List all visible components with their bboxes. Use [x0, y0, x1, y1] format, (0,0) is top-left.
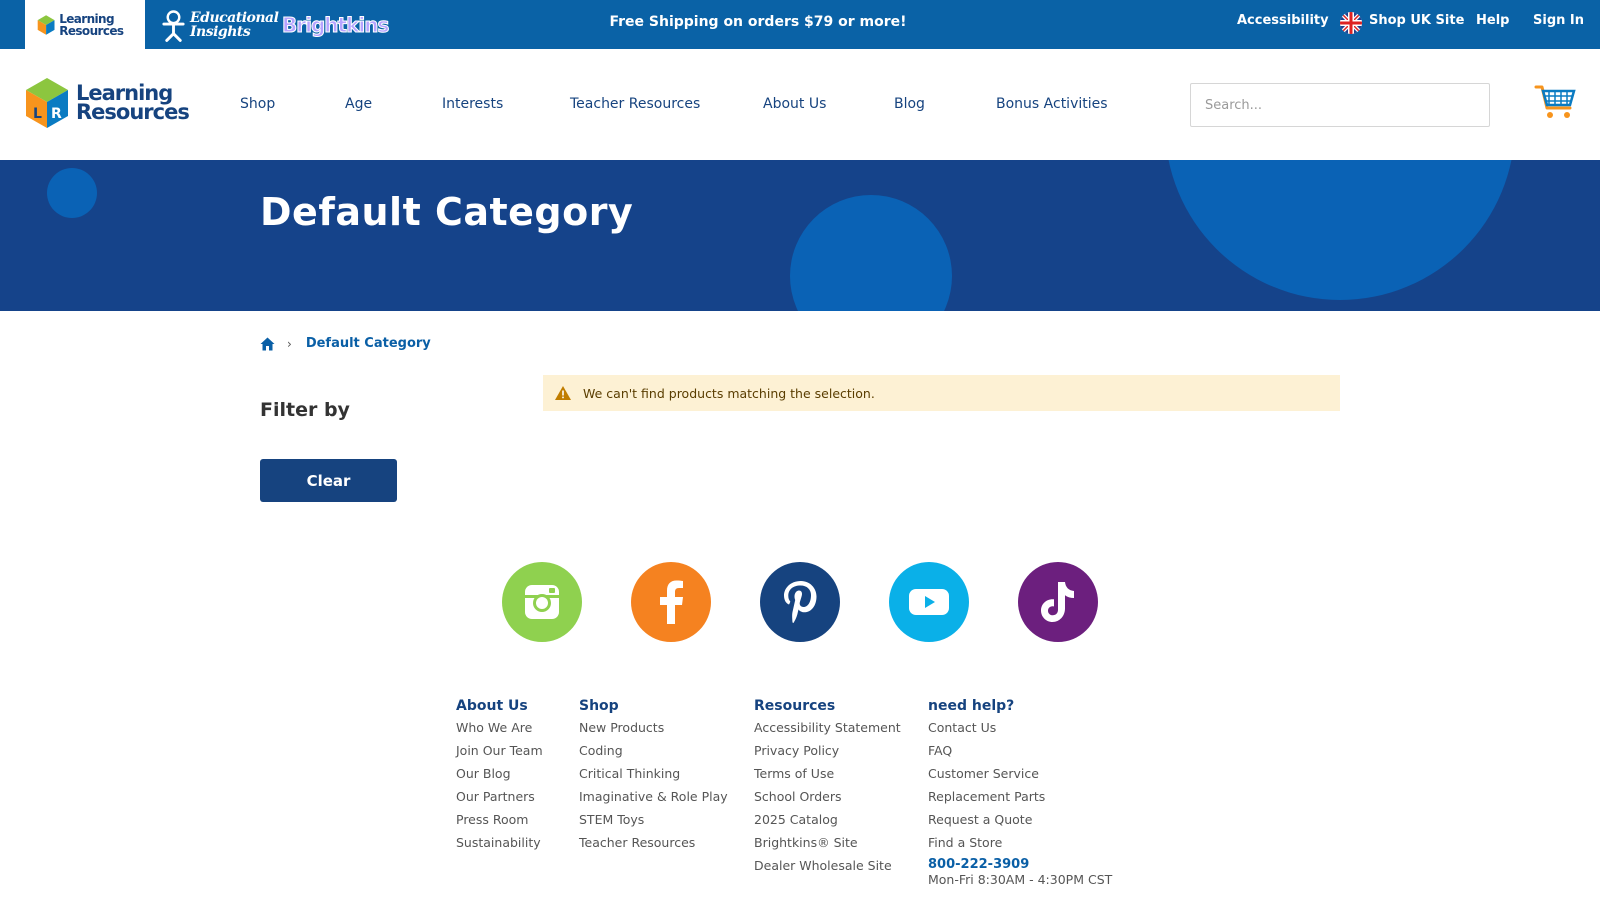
footer-link[interactable]: Our Partners	[456, 785, 543, 808]
chevron-right-icon: ›	[287, 336, 292, 351]
footer-link[interactable]: Terms of Use	[754, 762, 901, 785]
nav-interests[interactable]: Interests	[442, 96, 503, 112]
phone-number-link[interactable]: 800-222-3909	[928, 857, 1112, 872]
breadcrumb-current: Default Category	[305, 336, 431, 351]
footer-heading: need help?	[928, 698, 1015, 714]
footer-link[interactable]: Teacher Resources	[579, 831, 728, 854]
footer-link[interactable]: 2025 Catalog	[754, 808, 901, 831]
nav-about-us[interactable]: About Us	[763, 96, 826, 112]
tiktok-icon[interactable]	[1018, 562, 1098, 642]
footer-column-help: need help? Contact Us FAQ Customer Servi…	[928, 698, 1112, 887]
decorative-bubble	[47, 168, 97, 218]
decorative-bubble	[1165, 160, 1515, 300]
logo-wordmark: Learning Resources	[76, 83, 190, 124]
footer-link[interactable]: STEM Toys	[579, 808, 728, 831]
footer-link[interactable]: Sustainability	[456, 831, 543, 854]
clear-filters-button[interactable]: Clear	[260, 459, 397, 502]
footer-link[interactable]: Replacement Parts	[928, 785, 1112, 808]
decorative-bubble	[790, 195, 952, 311]
shop-uk-site-link[interactable]: Shop UK Site	[1369, 13, 1464, 28]
footer-link[interactable]: FAQ	[928, 739, 1112, 762]
footer-heading: About Us	[456, 698, 528, 714]
footer-link[interactable]: Join Our Team	[456, 739, 543, 762]
footer-link[interactable]: Contact Us	[928, 716, 1112, 739]
nav-blog[interactable]: Blog	[894, 96, 925, 112]
main-header: L R Learning Resources Shop Age Interest…	[0, 49, 1600, 160]
youtube-icon[interactable]	[889, 562, 969, 642]
footer-link[interactable]: Customer Service	[928, 762, 1112, 785]
nav-age[interactable]: Age	[345, 96, 372, 112]
footer-link[interactable]: Who We Are	[456, 716, 543, 739]
help-link[interactable]: Help	[1476, 13, 1509, 28]
nav-shop[interactable]: Shop	[240, 96, 275, 112]
footer-heading: Resources	[754, 698, 836, 714]
filter-by-heading: Filter by	[260, 399, 350, 421]
footer-link[interactable]: Request a Quote	[928, 808, 1112, 831]
footer-column-resources: Resources Accessibility Statement Privac…	[754, 698, 901, 877]
nav-bonus-activities[interactable]: Bonus Activities	[996, 96, 1108, 112]
footer-link[interactable]: Dealer Wholesale Site	[754, 854, 901, 877]
cart-icon[interactable]	[1534, 82, 1576, 120]
warning-icon	[555, 386, 571, 400]
footer-link[interactable]: New Products	[579, 716, 728, 739]
footer-link[interactable]: Brightkins® Site	[754, 831, 901, 854]
top-utility-bar: Learning Resources Educational Insights …	[0, 0, 1600, 49]
footer-column-shop: Shop New Products Coding Critical Thinki…	[579, 698, 728, 854]
home-icon[interactable]	[260, 337, 275, 351]
search-input[interactable]	[1190, 83, 1490, 127]
footer-link[interactable]: Coding	[579, 739, 728, 762]
logo-line-2: Resources	[76, 100, 190, 124]
facebook-icon[interactable]	[631, 562, 711, 642]
footer-link[interactable]: Find a Store	[928, 831, 1112, 854]
notice-message: We can't find products matching the sele…	[583, 385, 875, 401]
footer-link[interactable]: Press Room	[456, 808, 543, 831]
sign-in-link[interactable]: Sign In	[1533, 13, 1584, 28]
no-products-notice: We can't find products matching the sele…	[543, 375, 1340, 411]
svg-text:R: R	[51, 106, 62, 122]
logo-cube-icon: L R	[26, 78, 68, 128]
accessibility-link[interactable]: Accessibility	[1237, 13, 1329, 28]
footer-link[interactable]: Critical Thinking	[579, 762, 728, 785]
nav-teacher-resources[interactable]: Teacher Resources	[570, 96, 700, 112]
page-title: Default Category	[260, 190, 634, 234]
instagram-icon[interactable]	[502, 562, 582, 642]
svg-text:L: L	[33, 106, 42, 122]
pinterest-icon[interactable]	[760, 562, 840, 642]
footer-link[interactable]: School Orders	[754, 785, 901, 808]
footer-heading: Shop	[579, 698, 619, 714]
footer-link[interactable]: Imaginative & Role Play	[579, 785, 728, 808]
site-logo[interactable]: L R Learning Resources	[24, 76, 190, 130]
category-hero-banner: Default Category	[0, 160, 1600, 311]
footer-link[interactable]: Our Blog	[456, 762, 543, 785]
uk-flag-icon	[1340, 12, 1362, 34]
footer-link[interactable]: Accessibility Statement	[754, 716, 901, 739]
footer-column-about: About Us Who We Are Join Our Team Our Bl…	[456, 698, 543, 854]
footer-link[interactable]: Privacy Policy	[754, 739, 901, 762]
support-hours: Mon-Fri 8:30AM - 4:30PM CST	[928, 872, 1113, 887]
breadcrumb: › Default Category	[260, 336, 431, 351]
